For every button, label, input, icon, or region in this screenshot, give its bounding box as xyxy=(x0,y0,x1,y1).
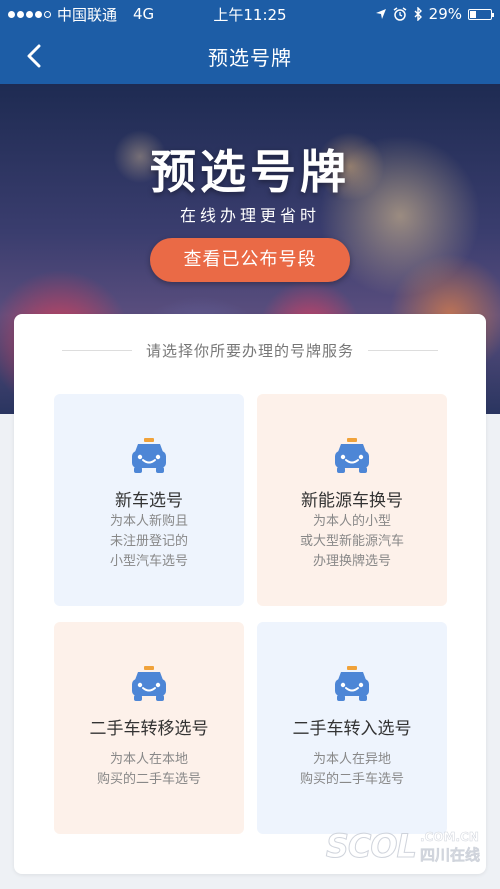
card-title: 新能源车换号 xyxy=(301,491,403,511)
card-title: 二手车转移选号 xyxy=(89,719,209,739)
card-desc-line: 购买的二手车选号 xyxy=(299,772,404,787)
location-icon xyxy=(375,9,386,19)
watermark-right: .COM.CN 四川在线 xyxy=(419,830,481,865)
status-left: 中国联通 4G xyxy=(8,4,178,25)
status-right: 29% xyxy=(322,5,494,23)
alarm-icon xyxy=(393,7,407,21)
card-desc-line: 小型汽车选号 xyxy=(109,554,188,569)
status-bar: 中国联通 4G 上午11:25 29% xyxy=(0,0,500,28)
chevron-left-icon xyxy=(27,44,41,68)
hero-subtitle: 在线办理更省时 xyxy=(179,206,320,225)
card-desc-line: 办理换牌选号 xyxy=(312,554,391,569)
watermark-logo-text: SCOL xyxy=(325,827,417,866)
scol-watermark-logo: SCOL .COM.CN 四川在线 xyxy=(325,827,481,866)
divider xyxy=(368,350,438,351)
card-desc-line: 购买的二手车选号 xyxy=(96,772,201,787)
car-icon xyxy=(132,438,166,473)
used-car-transfer-in-selection-card[interactable]: 二手车转入选号 为本人在异地 购买的二手车选号 xyxy=(257,622,447,834)
divider xyxy=(61,350,132,351)
card-desc-line: 为本人在本地 xyxy=(109,752,188,767)
card-title: 新车选号 xyxy=(115,491,183,511)
bluetooth-icon xyxy=(414,7,422,21)
new-car-selection-card[interactable]: 新车选号 为本人新购且 未注册登记的 小型汽车选号 xyxy=(54,394,244,606)
back-button[interactable] xyxy=(14,38,54,74)
card-desc-line: 或大型新能源汽车 xyxy=(299,534,404,549)
battery-text: 29% xyxy=(428,5,462,23)
view-published-segments-button[interactable]: 查看已公布号段 xyxy=(150,238,350,282)
card-desc-line: 为本人的小型 xyxy=(312,514,391,529)
hero-title: 预选号牌 xyxy=(150,145,350,199)
panel-header: 请选择你所要办理的号牌服务 xyxy=(14,340,486,361)
network-label: 4G xyxy=(133,5,155,23)
card-desc-line: 为本人在异地 xyxy=(312,752,391,767)
status-time: 上午11:25 xyxy=(213,5,287,24)
new-energy-car-plate-change-card[interactable]: 新能源车换号 为本人的小型 或大型新能源汽车 办理换牌选号 xyxy=(257,394,447,606)
signal-icon xyxy=(8,10,51,18)
card-desc-line: 为本人新购且 xyxy=(109,514,188,529)
car-icon xyxy=(132,666,166,701)
card-title: 二手车转入选号 xyxy=(292,719,412,739)
panel-header-text: 请选择你所要办理的号牌服务 xyxy=(145,342,354,360)
car-icon xyxy=(335,438,369,473)
nav-title: 预选号牌 xyxy=(208,45,292,70)
used-car-transfer-selection-card[interactable]: 二手车转移选号 为本人在本地 购买的二手车选号 xyxy=(54,622,244,834)
carrier-label: 中国联通 xyxy=(57,5,118,24)
watermark-name: 四川在线 xyxy=(419,846,481,865)
card-desc-line: 未注册登记的 xyxy=(109,534,188,549)
car-icon xyxy=(335,666,369,701)
battery-icon xyxy=(468,8,494,20)
watermark-domain: .COM.CN xyxy=(419,830,479,845)
service-panel: 请选择你所要办理的号牌服务 新车选号 为本人新购且 未注册登记的 小型汽车选号 xyxy=(14,314,486,874)
nav-bar: 预选号牌 xyxy=(0,28,500,84)
